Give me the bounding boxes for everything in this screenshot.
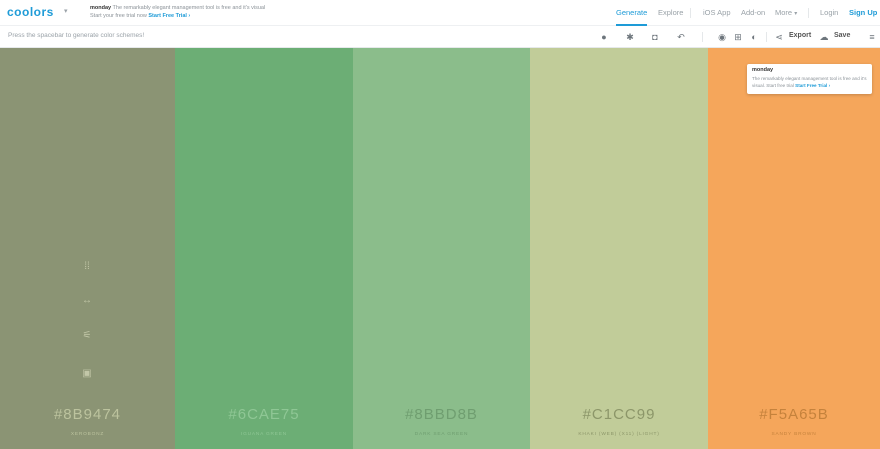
adjust-sliders-icon[interactable]: ⚟	[78, 329, 96, 343]
toolbar-divider	[702, 32, 703, 42]
coolors-logo[interactable]: coolors	[7, 5, 54, 19]
swap-arrows-icon[interactable]: ↔	[78, 294, 96, 308]
help-icon[interactable]: ●	[598, 31, 610, 43]
settings-icon[interactable]: ✱	[624, 31, 636, 43]
chevron-down-icon: ▾	[794, 11, 798, 17]
color-name: Iguana Green	[240, 432, 288, 437]
camera-icon[interactable]: ◘	[649, 31, 661, 43]
color-name: Sandy Brown	[771, 432, 817, 437]
nav-signup[interactable]: Sign Up	[849, 0, 877, 26]
swatch-1[interactable]: #6CAE75 Iguana Green	[175, 48, 353, 449]
nav-explore[interactable]: Explore	[658, 0, 683, 26]
spacebar-hint: Press the spacebar to generate color sch…	[8, 32, 145, 39]
hex-code[interactable]: #C1CC99	[530, 406, 708, 423]
promo-banner[interactable]: monday The remarkably elegant management…	[90, 4, 310, 20]
chevron-down-icon[interactable]: ▾	[64, 7, 68, 15]
cloud-save-icon[interactable]: ☁	[818, 31, 830, 43]
color-palette: ⁞⁞ ↔ ⚟ ▣ #8B9474 Xerobonz #6CAE75 Iguana…	[0, 48, 880, 449]
hex-code[interactable]: #6CAE75	[175, 406, 353, 423]
menu-icon[interactable]: ≡	[866, 31, 878, 43]
nav-generate[interactable]: Generate	[616, 0, 648, 26]
color-name: Khaki (Web) (X11) (Light)	[578, 432, 660, 437]
swatch-3[interactable]: #C1CC99 Khaki (Web) (X11) (Light)	[530, 48, 708, 449]
export-button[interactable]: Export	[789, 32, 811, 39]
promo-text: The remarkably elegant management tool i…	[112, 5, 266, 11]
drag-handle-icon[interactable]: ⁞⁞	[78, 260, 96, 274]
save-button[interactable]: Save	[834, 32, 850, 39]
swatch-4[interactable]: #F5A65B Sandy Brown	[708, 48, 880, 449]
undo-icon[interactable]: ↶	[675, 31, 687, 43]
popup-text: The remarkably elegant management tool i…	[752, 75, 867, 89]
color-name: Xerobonz	[70, 432, 105, 437]
toolbar-divider	[766, 32, 767, 42]
hex-code[interactable]: #F5A65B	[708, 406, 880, 423]
nav-more[interactable]: More ▾	[775, 0, 797, 26]
top-navbar: coolors ▾ monday The remarkably elegant …	[0, 0, 880, 26]
promo-line2: Start your free trial now	[90, 13, 147, 19]
share-icon[interactable]: ⋖	[773, 31, 785, 43]
nav-divider	[808, 8, 809, 18]
nav-add-on[interactable]: Add-on	[741, 0, 765, 26]
swatch-2[interactable]: #8BBD8B Dark Sea Green	[353, 48, 530, 449]
nav-ios-app[interactable]: iOS App	[703, 0, 731, 26]
nav-login[interactable]: Login	[820, 0, 838, 26]
promo-brand: monday	[90, 5, 112, 11]
popup-title: monday	[752, 67, 774, 73]
hex-code[interactable]: #8B9474	[0, 406, 175, 423]
promo-cta-link[interactable]: Start Free Trial ›	[148, 13, 190, 19]
popup-cta-link[interactable]: Start Free Trial ›	[795, 83, 830, 88]
nav-divider	[690, 8, 691, 18]
promo-popup[interactable]: monday The remarkably elegant management…	[747, 64, 872, 94]
nav-more-label: More	[775, 8, 793, 17]
view-icon[interactable]: ◉	[716, 31, 728, 43]
swatch-0[interactable]: ⁞⁞ ↔ ⚟ ▣ #8B9474 Xerobonz	[0, 48, 175, 449]
hex-code[interactable]: #8BBD8B	[353, 406, 530, 423]
color-name: Dark Sea Green	[414, 432, 469, 437]
lock-icon[interactable]: ▣	[78, 367, 96, 381]
toolbar: Press the spacebar to generate color sch…	[0, 26, 880, 48]
grid-icon[interactable]: ⊞	[732, 31, 744, 43]
color-blind-icon[interactable]: ◐	[748, 31, 760, 43]
